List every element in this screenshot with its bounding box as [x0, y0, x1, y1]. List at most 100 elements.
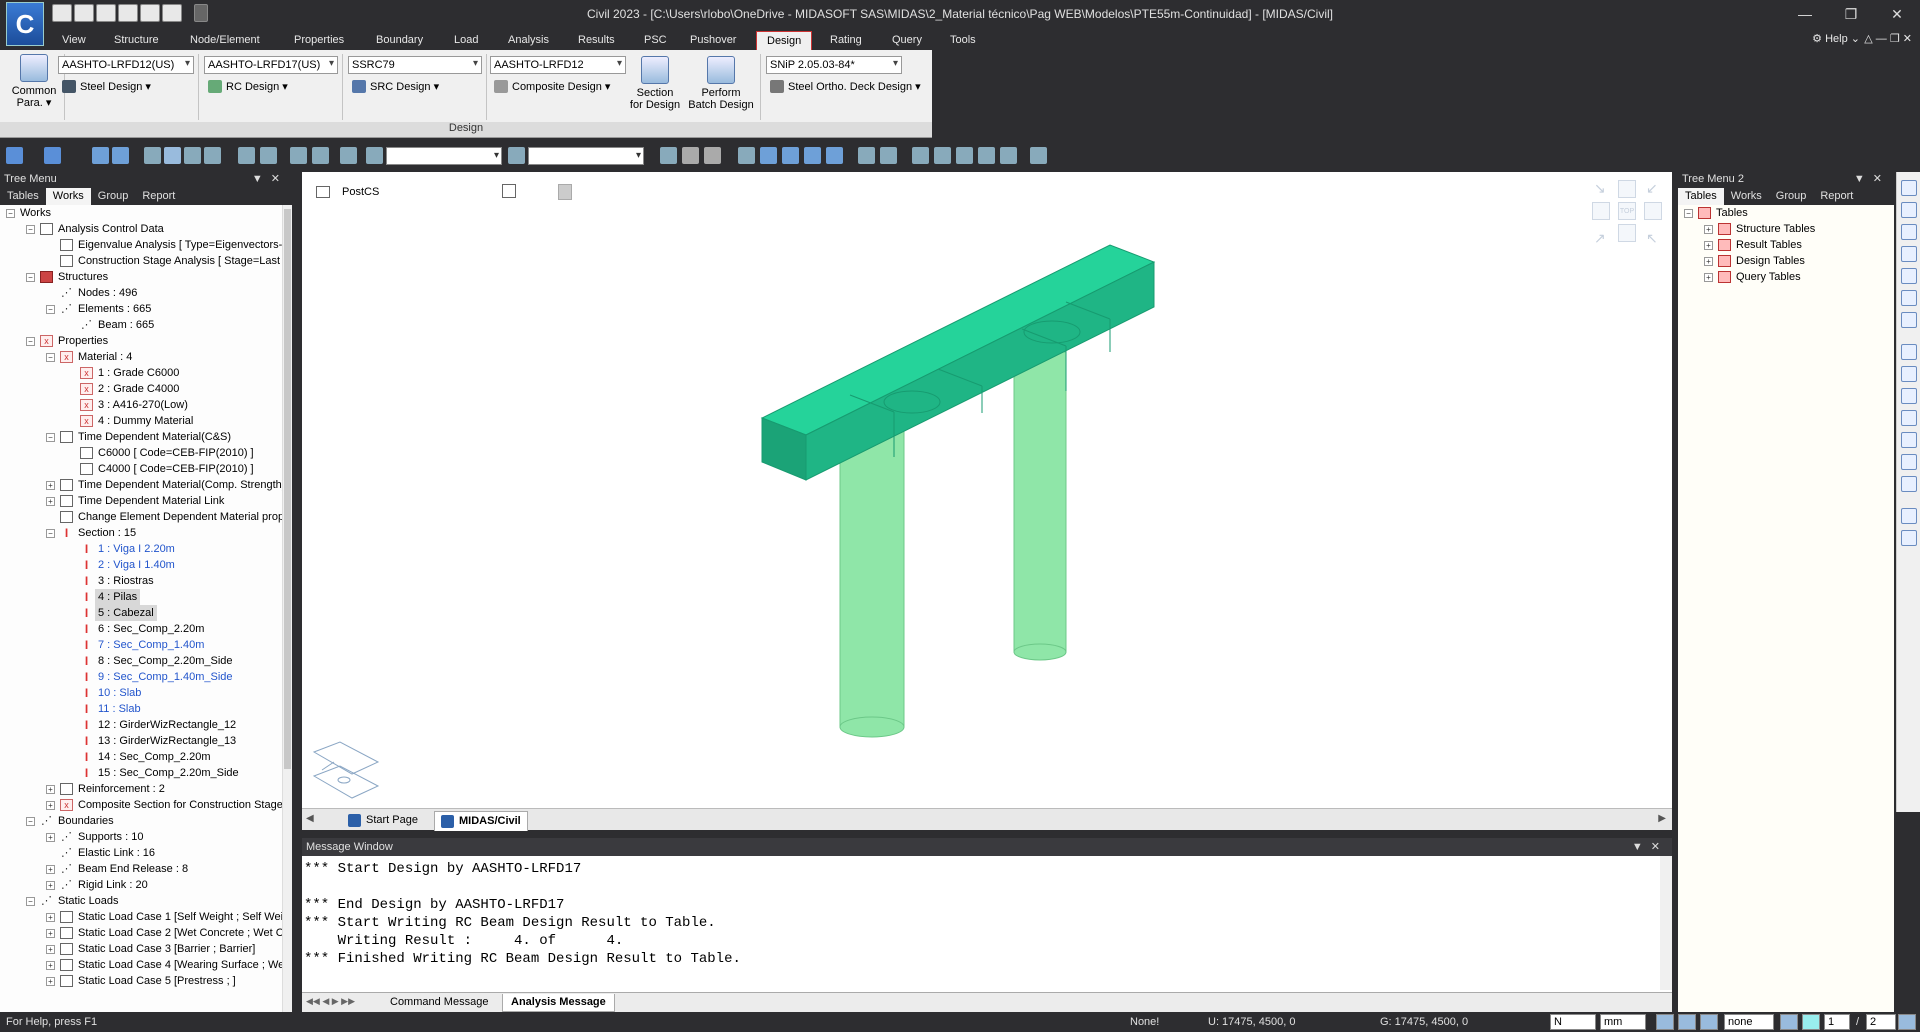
tree-item[interactable]: − x Material : 4: [0, 349, 292, 365]
snip-code-select[interactable]: SNiP 2.05.03-84*: [766, 56, 902, 74]
panel-pin-close-icon[interactable]: ▼✕: [1854, 172, 1890, 185]
tree-item[interactable]: C6000 [ Code=CEB-FIP(2010) ]: [0, 445, 292, 461]
tab-midas-civil[interactable]: MIDAS/Civil: [434, 811, 528, 831]
tree-item[interactable]: + Result Tables: [1678, 237, 1894, 253]
collapse-icon[interactable]: −: [26, 337, 35, 346]
color-icon[interactable]: [1802, 1014, 1820, 1030]
tree-item[interactable]: Eigenvalue Analysis [ Type=Eigenvectors-…: [0, 237, 292, 253]
play-icon[interactable]: [1700, 1014, 1718, 1030]
tree-item[interactable]: x 3 : A416-270(Low): [0, 397, 292, 413]
tree-item[interactable]: + Structure Tables: [1678, 221, 1894, 237]
tree-item[interactable]: C4000 [ Code=CEB-FIP(2010) ]: [0, 461, 292, 477]
page-a-field[interactable]: 1: [1824, 1014, 1850, 1030]
src-code-select[interactable]: SSRC79: [348, 56, 482, 74]
tree-item[interactable]: − ⋰ Boundaries: [0, 813, 292, 829]
collapse-icon[interactable]: −: [46, 529, 55, 538]
view-iso-icon[interactable]: [804, 147, 821, 164]
structure-3d-model[interactable]: [302, 172, 1672, 808]
hidden-icon[interactable]: [956, 147, 973, 164]
active-identity-icon[interactable]: [340, 147, 357, 164]
snap-icon[interactable]: [1656, 1014, 1674, 1030]
perspective-icon[interactable]: [1000, 147, 1017, 164]
panel-pin-close-icon[interactable]: ▼✕: [252, 172, 288, 185]
tree-item[interactable]: I 2 : Viga I 1.40m: [0, 557, 292, 573]
tab-structure[interactable]: Structure: [104, 31, 169, 50]
expand-icon[interactable]: +: [46, 929, 55, 938]
tab-boundary[interactable]: Boundary: [366, 31, 433, 50]
tab-design[interactable]: Design: [756, 31, 813, 50]
tree-item[interactable]: I 13 : GirderWizRectangle_13: [0, 733, 292, 749]
unselect-icon[interactable]: [204, 147, 221, 164]
tree-item[interactable]: + ⋰ Beam End Release : 8: [0, 861, 292, 877]
filter-combo[interactable]: [528, 147, 644, 165]
collapse-icon[interactable]: −: [46, 305, 55, 314]
rc-code-select[interactable]: AASHTO-LRFD17(US): [204, 56, 338, 74]
tree-item[interactable]: ⋰ Nodes : 496: [0, 285, 292, 301]
element-number-icon[interactable]: [880, 147, 897, 164]
expand-icon[interactable]: +: [46, 497, 55, 506]
expand-icon[interactable]: +: [1704, 273, 1713, 282]
expand-icon[interactable]: +: [46, 785, 55, 794]
copy-icon[interactable]: [660, 147, 677, 164]
rc-design-button[interactable]: RC Design ▾: [206, 78, 291, 96]
close-icon[interactable]: ✕: [1874, 0, 1920, 28]
tree-item[interactable]: − Analysis Control Data: [0, 221, 292, 237]
tree-item[interactable]: + Static Load Case 4 [Wearing Surface ; W…: [0, 957, 292, 973]
view-bottom-icon[interactable]: [1901, 388, 1917, 404]
view-top-icon[interactable]: [1901, 366, 1917, 382]
expand-icon[interactable]: +: [46, 481, 55, 490]
expand-icon[interactable]: +: [46, 961, 55, 970]
tab-properties[interactable]: Properties: [284, 31, 354, 50]
tab-query[interactable]: Query: [882, 31, 932, 50]
tab-report[interactable]: Report: [1813, 188, 1860, 205]
tab-scroll-left-icon[interactable]: ◀: [306, 813, 314, 824]
tree-item[interactable]: + Design Tables: [1678, 253, 1894, 269]
tree-item[interactable]: + Query Tables: [1678, 269, 1894, 285]
tree-item[interactable]: I 12 : GirderWizRectangle_12: [0, 717, 292, 733]
zoom-window-icon[interactable]: [1901, 180, 1917, 196]
activate-all-icon[interactable]: [312, 147, 329, 164]
tab-works[interactable]: Works: [45, 188, 91, 205]
message-scrollbar[interactable]: [1660, 856, 1672, 990]
tree-item[interactable]: + ⋰ Rigid Link : 20: [0, 877, 292, 893]
tree-item[interactable]: + Reinforcement : 2: [0, 781, 292, 797]
collapse-icon[interactable]: −: [6, 209, 15, 218]
node-number-icon[interactable]: [858, 147, 875, 164]
length-unit-select[interactable]: mm: [1600, 1014, 1646, 1030]
tree-item[interactable]: − ⋰ Static Loads: [0, 893, 292, 909]
tree-scroll-thumb[interactable]: [284, 209, 291, 769]
view-front-icon[interactable]: [782, 147, 799, 164]
tree-item[interactable]: + Time Dependent Material Link: [0, 493, 292, 509]
tree-item[interactable]: I 10 : Slab: [0, 685, 292, 701]
tree-item[interactable]: + x Composite Section for Construction Sta…: [0, 797, 292, 813]
composite-code-select[interactable]: AASHTO-LRFD12: [490, 56, 626, 74]
tree-item[interactable]: ⋰ Elastic Link : 16: [0, 845, 292, 861]
restore-icon[interactable]: ❐: [1828, 0, 1874, 28]
pointer-icon[interactable]: [366, 147, 383, 164]
gear-icon[interactable]: ⚙: [1812, 33, 1822, 45]
tab-results[interactable]: Results: [568, 31, 625, 50]
view-back-icon[interactable]: [1901, 476, 1917, 492]
query-icon[interactable]: [238, 147, 255, 164]
tab-command-message[interactable]: Command Message: [382, 994, 496, 1012]
collapse-icon[interactable]: −: [46, 433, 55, 442]
zoom-in-icon[interactable]: [1901, 202, 1917, 218]
redo-icon[interactable]: [44, 147, 61, 164]
tab-report[interactable]: Report: [135, 188, 182, 205]
tab-node-element[interactable]: Node/Element: [180, 31, 270, 50]
lock-icon[interactable]: [682, 147, 699, 164]
expand-icon[interactable]: +: [46, 865, 55, 874]
select-identity-combo[interactable]: [386, 147, 502, 165]
tree-item[interactable]: I 3 : Riostras: [0, 573, 292, 589]
help-menu[interactable]: ⚙ Help ⌄: [1812, 32, 1860, 45]
tab-tools[interactable]: Tools: [940, 31, 986, 50]
tab-load[interactable]: Load: [444, 31, 488, 50]
expand-icon[interactable]: +: [46, 833, 55, 842]
tree-item[interactable]: − Tables: [1678, 205, 1894, 221]
tree-item[interactable]: I 8 : Sec_Comp_2.20m_Side: [0, 653, 292, 669]
redraw-icon[interactable]: [1030, 147, 1047, 164]
tab-group[interactable]: Group: [91, 188, 136, 205]
collapse-icon[interactable]: −: [26, 897, 35, 906]
tree-item[interactable]: I 7 : Sec_Comp_1.40m: [0, 637, 292, 653]
display-icon[interactable]: [912, 147, 929, 164]
